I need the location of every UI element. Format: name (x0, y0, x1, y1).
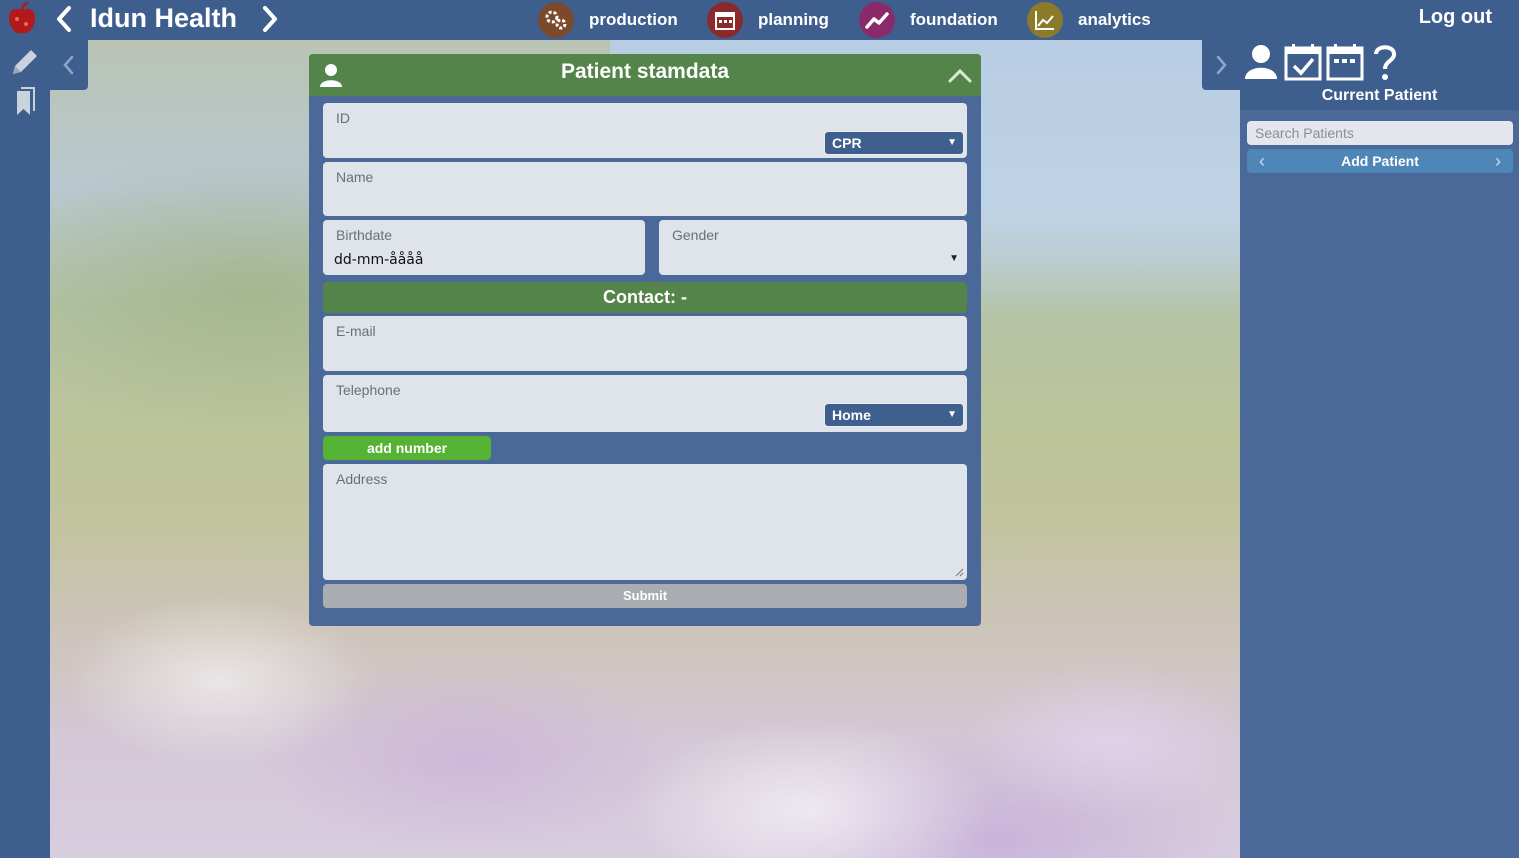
gender-select[interactable]: Gender ▼ (659, 220, 967, 275)
left-toolbar (0, 40, 50, 858)
address-textarea[interactable]: Address (323, 464, 967, 580)
chevron-left-icon (63, 55, 74, 75)
help-icon[interactable] (1370, 42, 1400, 82)
id-type-value: CPR (832, 135, 862, 151)
collapse-up-icon[interactable] (947, 66, 973, 86)
name-field[interactable]: Name (323, 162, 967, 216)
telephone-label: Telephone (336, 382, 401, 398)
search-patients-input[interactable] (1247, 121, 1513, 145)
calendar-check-icon[interactable] (1284, 42, 1322, 82)
nav-planning[interactable]: planning (707, 0, 829, 40)
card-title: Patient stamdata (560, 60, 730, 83)
bookmarks-icon[interactable] (8, 85, 42, 119)
forward-chevron-icon[interactable] (258, 4, 282, 34)
contact-section-header: Contact: - (323, 282, 967, 313)
right-panel: Current Patient ‹ Add Patient › (1240, 40, 1519, 858)
nav-planning-label: planning (758, 10, 829, 29)
calendar-icon[interactable] (1326, 42, 1364, 82)
logout-button[interactable]: Log out (1419, 6, 1492, 29)
nav-production-label: production (589, 10, 678, 29)
resize-handle-icon[interactable] (954, 567, 964, 577)
card-header: Patient stamdata (309, 54, 981, 96)
collapse-right-button[interactable] (1202, 40, 1240, 90)
current-patient-title: Current Patient (1240, 82, 1519, 110)
trend-line-icon (859, 2, 895, 38)
chevron-right-icon[interactable]: › (1495, 149, 1501, 173)
top-bar: Idun Health production planning foundati… (0, 0, 1519, 40)
patient-form-card: Patient stamdata ID CPR ▼ Name Birthdate… (309, 54, 981, 626)
app-title: Idun Health (90, 3, 237, 33)
email-label: E-mail (336, 323, 376, 339)
nav-production[interactable]: production (538, 0, 678, 40)
gender-label: Gender (672, 227, 719, 243)
area-chart-icon (1027, 2, 1063, 38)
id-type-select[interactable]: CPR ▼ (824, 131, 964, 155)
birthdate-field[interactable]: Birthdate dd-mm-åååå (323, 220, 645, 275)
birthdate-input[interactable]: dd-mm-åååå (334, 252, 423, 268)
birthdate-label: Birthdate (336, 227, 393, 243)
nav-analytics[interactable]: analytics (1027, 0, 1151, 40)
chevron-left-icon[interactable]: ‹ (1259, 149, 1265, 173)
back-chevron-icon[interactable] (52, 4, 76, 34)
add-patient-button[interactable]: ‹ Add Patient › (1247, 149, 1513, 173)
right-panel-tabs (1240, 40, 1519, 82)
telephone-field[interactable]: Telephone Home ▼ (323, 375, 967, 432)
id-field[interactable]: ID CPR ▼ (323, 103, 967, 158)
person-icon[interactable] (1242, 42, 1280, 82)
add-number-button[interactable]: add number (323, 436, 491, 460)
pencil-icon[interactable] (8, 45, 42, 79)
dropdown-caret-icon: ▼ (947, 137, 957, 148)
add-patient-label: Add Patient (1341, 153, 1419, 169)
telephone-type-value: Home (832, 407, 871, 423)
telephone-type-select[interactable]: Home ▼ (824, 403, 964, 427)
name-label: Name (336, 169, 374, 185)
email-field[interactable]: E-mail (323, 316, 967, 371)
nav-foundation-label: foundation (910, 10, 998, 29)
dropdown-caret-icon: ▼ (949, 253, 959, 264)
dropdown-caret-icon: ▼ (947, 409, 957, 420)
address-label: Address (336, 471, 388, 487)
id-label: ID (336, 110, 350, 126)
chevron-right-icon (1216, 55, 1227, 75)
nav-foundation[interactable]: foundation (859, 0, 998, 40)
gears-icon (538, 2, 574, 38)
nav-analytics-label: analytics (1078, 10, 1151, 29)
submit-button[interactable]: Submit (323, 584, 967, 608)
collapse-left-button[interactable] (50, 40, 88, 90)
apple-logo-icon[interactable] (4, 2, 40, 38)
calendar-icon (707, 2, 743, 38)
